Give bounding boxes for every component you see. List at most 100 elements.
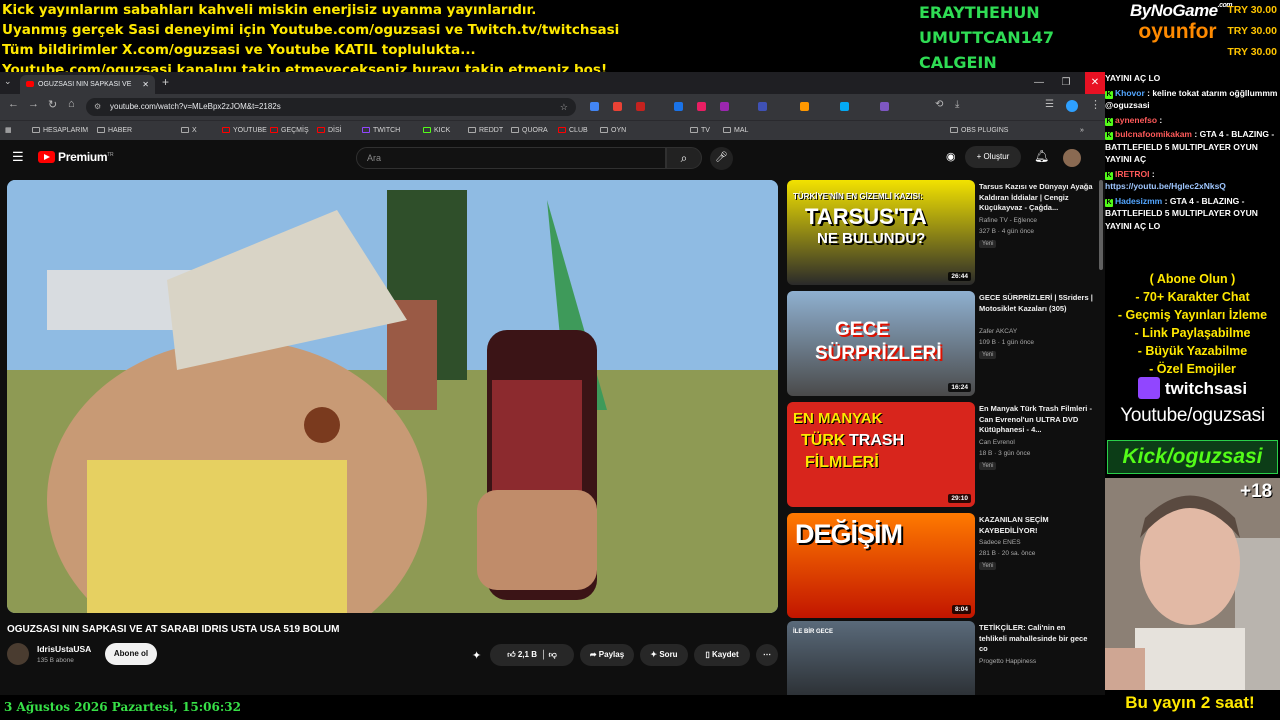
channel-name[interactable]: IdrisUstaUSA bbox=[37, 644, 91, 654]
tab-close-icon[interactable]: ✕ bbox=[142, 80, 149, 89]
bookmark-folder[interactable]: KICK bbox=[423, 125, 450, 137]
thumbs-down-icon[interactable]: 👎︎ bbox=[549, 650, 557, 659]
video-player[interactable] bbox=[7, 180, 778, 613]
save-button[interactable]: ▯ Kaydet bbox=[694, 644, 750, 666]
bookmark-folder[interactable]: TWITCH bbox=[362, 125, 400, 137]
kick-icon: K bbox=[1105, 198, 1113, 207]
bookmarks-bar: ▦ HESAPLARIM HABER X YOUTUBE GEÇMİŞ DİSİ… bbox=[0, 120, 1105, 140]
address-bar[interactable]: ⚙ youtube.com/watch?v=MLeBpx2zJOM&t=2182… bbox=[86, 98, 576, 116]
youtube-favicon-icon bbox=[26, 81, 34, 87]
bookmark-folder[interactable]: GEÇMİŞ bbox=[270, 125, 309, 137]
video-thumbnail[interactable]: DEĞİŞİM 8:04 bbox=[787, 513, 975, 618]
extension-icon[interactable] bbox=[590, 102, 599, 111]
history-icon[interactable]: ⟲ bbox=[935, 99, 943, 110]
recommended-video[interactable]: EN MANYAK TÜRK TRASH FİLMLERİ 29:10 En M… bbox=[787, 402, 1095, 507]
bookmark-folder[interactable]: QUORA bbox=[511, 125, 548, 137]
more-actions-icon[interactable]: ⋯ bbox=[756, 644, 778, 666]
recommended-video[interactable]: İLE BİR GECE TETİKÇİLER: Cali'nin en teh… bbox=[787, 621, 1095, 695]
twitch-handle: twitchsasi bbox=[1105, 376, 1280, 402]
recommended-video[interactable]: TÜRKİYE'NİN EN GİZEMLİ KAZISI: TARSUS'TA… bbox=[787, 180, 1095, 285]
tab-menu-icon[interactable]: ⌄ bbox=[4, 76, 12, 87]
browser-tab[interactable]: OGUZSASI NIN SAPKASI VE ✕ bbox=[20, 75, 155, 94]
download-icon[interactable]: ⤓ bbox=[955, 99, 959, 110]
sponsor-logo-brand: oyunfor bbox=[1138, 20, 1217, 43]
promo-line: - Link Paylaşabilme bbox=[1134, 326, 1251, 340]
ask-button[interactable]: ✦ Soru bbox=[640, 644, 688, 666]
mic-icon[interactable]: 🎤︎ bbox=[710, 147, 733, 170]
site-info-icon[interactable]: ⚙ bbox=[94, 98, 101, 116]
youtube-logo[interactable]: PremiumTR bbox=[38, 150, 114, 164]
video-thumbnail[interactable]: İLE BİR GECE bbox=[787, 621, 975, 695]
bookmark-folder[interactable]: OBS PLUGINS bbox=[950, 125, 1008, 137]
menu-dots-icon[interactable]: ⋮ bbox=[1090, 98, 1101, 111]
search-input[interactable]: Ara bbox=[356, 147, 666, 169]
extension-icon[interactable] bbox=[840, 102, 849, 111]
like-dislike-button[interactable]: 👍︎ 2,1 B │ 👎︎ bbox=[490, 644, 574, 666]
video-thumbnail[interactable]: TÜRKİYE'NİN EN GİZEMLİ KAZISI: TARSUS'TA… bbox=[787, 180, 975, 285]
recommended-video-title[interactable]: KAZANILAN SEÇİM KAYBEDİLİYOR! bbox=[979, 515, 1095, 536]
extension-icon[interactable] bbox=[800, 102, 809, 111]
bookmarks-overflow-icon[interactable]: » bbox=[1080, 125, 1084, 137]
user-avatar[interactable] bbox=[1063, 149, 1081, 167]
recommended-video[interactable]: GECE SÜRPRİZLERİ 16:24 GECE SÜRPRİZLERİ … bbox=[787, 291, 1095, 396]
extension-icon[interactable] bbox=[758, 102, 767, 111]
chat-panel: YAYINI AÇ LO K Khovor : keline tokat atar… bbox=[1105, 72, 1280, 262]
bookmark-folder[interactable]: X bbox=[181, 125, 197, 137]
extension-icon[interactable] bbox=[674, 102, 683, 111]
promo-line: ( Abone Olun ) bbox=[1149, 272, 1236, 286]
video-thumbnail[interactable]: GECE SÜRPRİZLERİ 16:24 bbox=[787, 291, 975, 396]
search-icon[interactable]: ⌕ bbox=[666, 147, 702, 169]
extension-icon[interactable] bbox=[697, 102, 706, 111]
new-tab-icon[interactable]: + bbox=[162, 75, 169, 89]
recommended-video[interactable]: DEĞİŞİM 8:04 KAZANILAN SEÇİM KAYBEDİLİYO… bbox=[787, 513, 1095, 618]
subscribe-button[interactable]: Abone ol bbox=[105, 643, 157, 665]
bookmark-star-icon[interactable]: ☆ bbox=[560, 98, 568, 116]
bookmark-folder[interactable]: YOUTUBE bbox=[222, 125, 267, 137]
back-icon[interactable]: ← bbox=[8, 98, 19, 110]
recommended-channel-name[interactable]: Can Evrenol bbox=[979, 439, 1015, 446]
minimize-icon[interactable]: — bbox=[1025, 72, 1053, 94]
recommended-channel-name[interactable]: Sadece ENES bbox=[979, 539, 1021, 546]
create-button[interactable]: + Oluştur bbox=[965, 146, 1021, 168]
sidebar-icon[interactable]: ☰ bbox=[1045, 99, 1054, 110]
recommended-channel-name[interactable]: Rafine TV - Eğlence bbox=[979, 217, 1037, 224]
thumbs-up-icon[interactable]: 👍︎ bbox=[507, 650, 515, 659]
bookmark-folder[interactable]: CLUB bbox=[558, 125, 588, 137]
chat-link[interactable]: https://youtu.be/Hglec2xNksQ bbox=[1105, 181, 1226, 191]
extension-icon[interactable] bbox=[636, 102, 645, 111]
page-scrollbar[interactable] bbox=[1099, 180, 1103, 270]
extension-icon[interactable] bbox=[613, 102, 622, 111]
recommended-video-title[interactable]: GECE SÜRPRİZLERİ | 5Sriders | Motosiklet… bbox=[979, 293, 1095, 314]
recommended-channel-name[interactable]: Zafer AKCAY bbox=[979, 328, 1017, 335]
bookmark-folder[interactable]: TV bbox=[690, 125, 710, 137]
recommended-video-title[interactable]: Tarsus Kazısı ve Dünyayı Ayağa Kaldıran … bbox=[979, 182, 1095, 214]
video-thumbnail[interactable]: EN MANYAK TÜRK TRASH FİLMLERİ 29:10 bbox=[787, 402, 975, 507]
reload-icon[interactable]: ↻ bbox=[48, 98, 57, 111]
share-button[interactable]: ➦ Paylaş bbox=[580, 644, 634, 666]
window-close-icon[interactable]: ✕ bbox=[1085, 72, 1105, 94]
notification-bell-icon[interactable]: 🔔︎ bbox=[1034, 149, 1049, 163]
extension-icon[interactable] bbox=[880, 102, 889, 111]
webcam-feed bbox=[1105, 478, 1280, 690]
profile-avatar[interactable] bbox=[1066, 100, 1078, 112]
extension-icon[interactable] bbox=[720, 102, 729, 111]
bookmark-folder[interactable]: OYN bbox=[600, 125, 626, 137]
live-icon[interactable]: ◉ bbox=[946, 150, 956, 163]
sponsor-logo-name: ByNoGame bbox=[1130, 1, 1218, 20]
restore-icon[interactable]: ❐ bbox=[1052, 72, 1080, 94]
channel-avatar[interactable] bbox=[7, 643, 29, 665]
hype-icon[interactable]: ✦ bbox=[472, 649, 481, 662]
bookmark-folder[interactable]: DİSİ bbox=[317, 125, 342, 137]
bookmark-folder[interactable]: HESAPLARIM bbox=[32, 125, 88, 137]
recommended-channel-name[interactable]: Progetto Happiness bbox=[979, 658, 1036, 665]
hamburger-menu-icon[interactable]: ☰ bbox=[12, 149, 24, 165]
forward-icon[interactable]: → bbox=[28, 98, 39, 110]
new-badge: Yeni bbox=[979, 562, 997, 570]
recommended-video-title[interactable]: TETİKÇİLER: Cali'nin en tehlikeli mahall… bbox=[979, 623, 1095, 655]
bookmark-folder[interactable]: MAL bbox=[723, 125, 748, 137]
recommended-video-title[interactable]: En Manyak Türk Trash Filmleri - Can Evre… bbox=[979, 404, 1095, 436]
bookmarks-apps-icon[interactable]: ▦ bbox=[5, 125, 12, 137]
bookmark-folder[interactable]: HABER bbox=[97, 125, 132, 137]
bookmark-folder[interactable]: REDDT bbox=[468, 125, 503, 137]
home-icon[interactable]: ⌂ bbox=[68, 98, 75, 110]
